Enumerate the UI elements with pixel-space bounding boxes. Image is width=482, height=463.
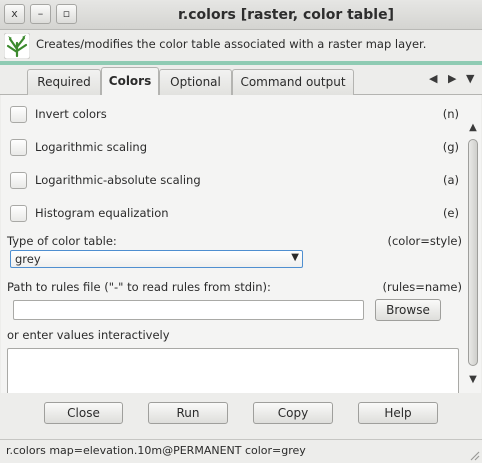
interactive-values-textarea[interactable] xyxy=(7,348,459,393)
logarithmic-scaling-checkbox[interactable] xyxy=(10,139,27,156)
grass-logo-icon xyxy=(4,33,30,59)
status-bar: r.colors map=elevation.10m@PERMANENT col… xyxy=(0,439,482,463)
option-row-histogram: Histogram equalization (e) xyxy=(1,203,463,225)
option-label: Logarithmic-absolute scaling xyxy=(35,173,201,187)
close-button[interactable]: Close xyxy=(44,402,123,424)
rules-file-input[interactable] xyxy=(13,300,364,320)
maximize-window-button[interactable]: ▫ xyxy=(56,4,77,24)
tab-scroll-left-icon[interactable]: ◀ xyxy=(429,72,437,85)
scroll-down-icon[interactable]: ▼ xyxy=(467,374,479,385)
option-label: Invert colors xyxy=(35,107,107,121)
scroll-up-icon[interactable]: ▲ xyxy=(467,122,479,133)
logarithmic-absolute-scaling-checkbox[interactable] xyxy=(10,172,27,189)
rules-file-param: (rules=name) xyxy=(382,280,462,294)
color-table-select[interactable]: grey ▼ xyxy=(10,250,303,268)
rules-file-label: Path to rules file ("-" to read rules fr… xyxy=(7,280,271,294)
option-label: Histogram equalization xyxy=(35,206,169,220)
invert-colors-checkbox[interactable] xyxy=(10,106,27,123)
resize-grip-icon[interactable] xyxy=(468,449,480,461)
tab-command-output[interactable]: Command output xyxy=(232,69,354,95)
histogram-equalization-checkbox[interactable] xyxy=(10,205,27,222)
option-label: Logarithmic scaling xyxy=(35,140,148,154)
color-table-value: grey xyxy=(15,252,41,266)
window-title: r.colors [raster, color table] xyxy=(178,7,394,23)
command-preview: r.colors map=elevation.10m@PERMANENT col… xyxy=(6,444,306,457)
button-bar: Close Run Copy Help xyxy=(0,393,482,437)
module-description: Creates/modifies the color table associa… xyxy=(0,30,482,61)
chevron-down-icon: ▼ xyxy=(291,252,299,263)
option-flag: (n) xyxy=(442,107,459,121)
run-button[interactable]: Run xyxy=(148,402,228,424)
tab-scroll-right-icon[interactable]: ▶ xyxy=(448,72,456,85)
tab-colors[interactable]: Colors xyxy=(101,67,159,95)
tab-list-menu-icon[interactable]: ▼ xyxy=(466,72,474,85)
option-row-log-scaling: Logarithmic scaling (g) xyxy=(1,137,463,159)
colors-panel: Invert colors (n) Logarithmic scaling (g… xyxy=(1,95,481,393)
copy-button[interactable]: Copy xyxy=(253,402,333,424)
color-table-label: Type of color table: xyxy=(7,234,117,248)
minimize-window-button[interactable]: – xyxy=(30,4,51,24)
scrollbar-thumb[interactable] xyxy=(468,139,478,366)
tab-strip: Required Colors Optional Command output … xyxy=(0,61,482,95)
option-row-log-abs-scaling: Logarithmic-absolute scaling (a) xyxy=(1,170,463,192)
browse-button[interactable]: Browse xyxy=(375,299,441,321)
option-flag: (a) xyxy=(442,173,459,187)
description-text: Creates/modifies the color table associa… xyxy=(36,37,427,51)
color-table-param: (color=style) xyxy=(387,234,462,248)
tab-optional[interactable]: Optional xyxy=(159,69,232,95)
option-flag: (e) xyxy=(442,206,459,220)
option-flag: (g) xyxy=(442,140,459,154)
tab-required[interactable]: Required xyxy=(27,69,101,95)
interactive-values-label: or enter values interactively xyxy=(7,328,170,342)
close-window-button[interactable]: x xyxy=(4,4,25,24)
title-bar: x – ▫ r.colors [raster, color table] xyxy=(0,0,482,30)
panel-scrollbar[interactable]: ▲ ▼ xyxy=(466,95,480,393)
option-row-invert: Invert colors (n) xyxy=(1,104,463,126)
help-button[interactable]: Help xyxy=(358,402,438,424)
